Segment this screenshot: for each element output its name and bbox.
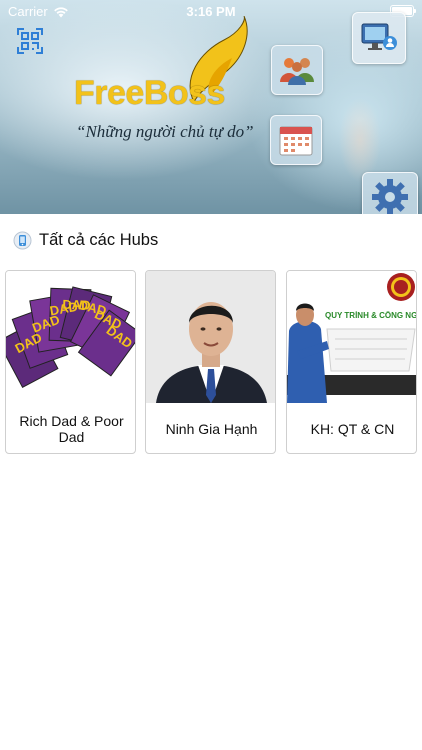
monitor-icon bbox=[361, 23, 397, 50]
hub-label: KH: QT & CN bbox=[310, 421, 395, 437]
hub-label: Rich Dad & Poor Dad bbox=[19, 413, 124, 445]
qr-scan-button[interactable] bbox=[17, 28, 43, 54]
hub-card-rich-dad[interactable]: DAD DAD DAD DAD DAD DAD DAD Rich Dad & P… bbox=[5, 270, 136, 454]
hub-card-ninh-gia-hanh[interactable]: Ninh Gia Hạnh bbox=[145, 270, 276, 454]
logo-wordmark: FreeBoss bbox=[74, 74, 225, 112]
freeboss-logo: FreeBoss bbox=[74, 16, 254, 112]
book-covers-thumbnail: DAD DAD DAD DAD DAD DAD DAD bbox=[6, 271, 135, 403]
calendar-icon bbox=[279, 126, 313, 156]
hub-icon bbox=[13, 231, 32, 249]
calendar-tile bbox=[270, 115, 322, 165]
portrait-thumbnail bbox=[146, 271, 275, 403]
course-banner-thumbnail: QUY TRÌNH & CÔNG NGHỆ bbox=[287, 271, 417, 403]
monitor-tile bbox=[352, 12, 406, 64]
users-icon bbox=[280, 58, 314, 85]
hub-label: Ninh Gia Hạnh bbox=[165, 421, 258, 437]
section-title: Tất cả các Hubs bbox=[39, 230, 159, 249]
section-header: Tất cả các Hubs bbox=[13, 228, 158, 252]
hero-tagline: “Những người chủ tự do” bbox=[76, 122, 254, 141]
users-tile bbox=[271, 45, 323, 95]
hub-card-kh-qt-cn[interactable]: QUY TRÌNH & CÔNG NGHỆ KH: QT & CN bbox=[286, 270, 417, 454]
hub-grid: DAD DAD DAD DAD DAD DAD DAD Rich Dad & P… bbox=[5, 270, 417, 454]
course-banner-title: QUY TRÌNH & CÔNG NGHỆ bbox=[325, 311, 417, 320]
hero-banner: Carrier 3:16 PM FreeBoss “Những người ch… bbox=[0, 0, 422, 214]
qr-scan-icon bbox=[17, 28, 43, 54]
gear-tile bbox=[362, 172, 418, 214]
gear-icon bbox=[372, 179, 408, 214]
